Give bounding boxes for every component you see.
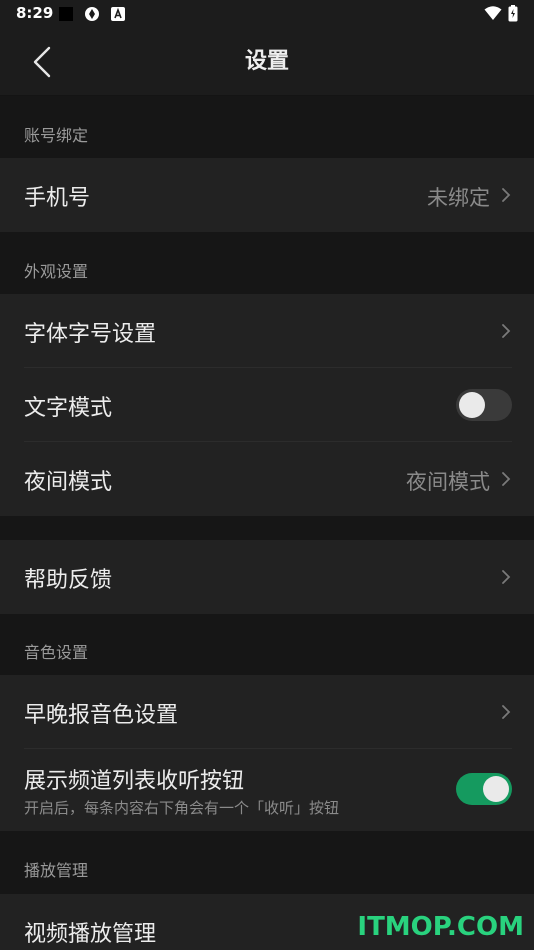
watermark: ITMOP.COM — [357, 912, 524, 942]
toggle-knob — [483, 776, 509, 802]
app-logo-icon — [85, 7, 99, 21]
chevron-right-icon — [502, 188, 511, 202]
status-bar: 8:29 — [0, 0, 534, 28]
row-listen-button: 展示频道列表收听按钮 开启后，每条内容右下角会有一个「收听」按钮 — [0, 749, 534, 831]
text-mode-label: 文字模式 — [24, 396, 113, 421]
row-text-mode: 文字模式 — [0, 368, 534, 442]
section-title-appearance: 外观设置 — [24, 262, 89, 281]
row-night-mode[interactable]: 夜间模式 夜间模式 — [0, 442, 534, 516]
listen-button-label: 展示频道列表收听按钮 — [24, 769, 245, 794]
section-header-account: 账号绑定 — [0, 97, 534, 158]
chevron-right-icon — [502, 705, 511, 719]
page-title: 设置 — [244, 49, 289, 74]
group-voice: 早晚报音色设置 展示频道列表收听按钮 开启后，每条内容右下角会有一个「收听」按钮 — [0, 675, 534, 831]
back-button[interactable] — [22, 42, 62, 82]
row-voice-settings[interactable]: 早晚报音色设置 — [0, 675, 534, 749]
battery-icon — [508, 5, 518, 22]
chevron-right-icon — [502, 324, 511, 338]
wifi-icon — [484, 6, 502, 20]
toggle-knob — [459, 392, 485, 418]
group-appearance: 字体字号设置 文字模式 夜间模式 夜间模式 — [0, 294, 534, 516]
notification-square-icon — [59, 7, 73, 21]
section-header-playback: 播放管理 — [0, 831, 534, 894]
section-title-voice: 音色设置 — [24, 643, 89, 662]
group-account: 手机号 未绑定 — [0, 158, 534, 232]
title-bar: 设置 — [0, 28, 534, 96]
section-title-playback: 播放管理 — [24, 861, 89, 880]
section-header-voice: 音色设置 — [0, 614, 534, 675]
section-title-account: 账号绑定 — [24, 126, 89, 145]
row-help-feedback[interactable]: 帮助反馈 — [0, 540, 534, 614]
font-settings-label: 字体字号设置 — [24, 322, 157, 347]
phone-label: 手机号 — [24, 186, 91, 211]
section-header-appearance: 外观设置 — [0, 232, 534, 294]
listen-button-toggle[interactable] — [456, 773, 512, 805]
chevron-right-icon — [502, 570, 511, 584]
row-font-settings[interactable]: 字体字号设置 — [0, 294, 534, 368]
video-playback-label: 视频播放管理 — [24, 922, 157, 947]
help-feedback-label: 帮助反馈 — [24, 568, 113, 593]
group-help: 帮助反馈 — [0, 540, 534, 614]
chevron-left-icon — [33, 46, 51, 78]
night-mode-label: 夜间模式 — [24, 470, 113, 495]
voice-settings-label: 早晚报音色设置 — [24, 703, 179, 728]
chevron-right-icon — [502, 472, 511, 486]
row-phone[interactable]: 手机号 未绑定 — [0, 158, 534, 232]
listen-button-subtitle: 开启后，每条内容右下角会有一个「收听」按钮 — [24, 799, 340, 817]
night-mode-value: 夜间模式 — [406, 470, 490, 494]
phone-value: 未绑定 — [427, 186, 490, 210]
status-time: 8:29 — [16, 4, 54, 22]
text-mode-toggle[interactable] — [456, 389, 512, 421]
a-letter-icon — [111, 7, 125, 21]
